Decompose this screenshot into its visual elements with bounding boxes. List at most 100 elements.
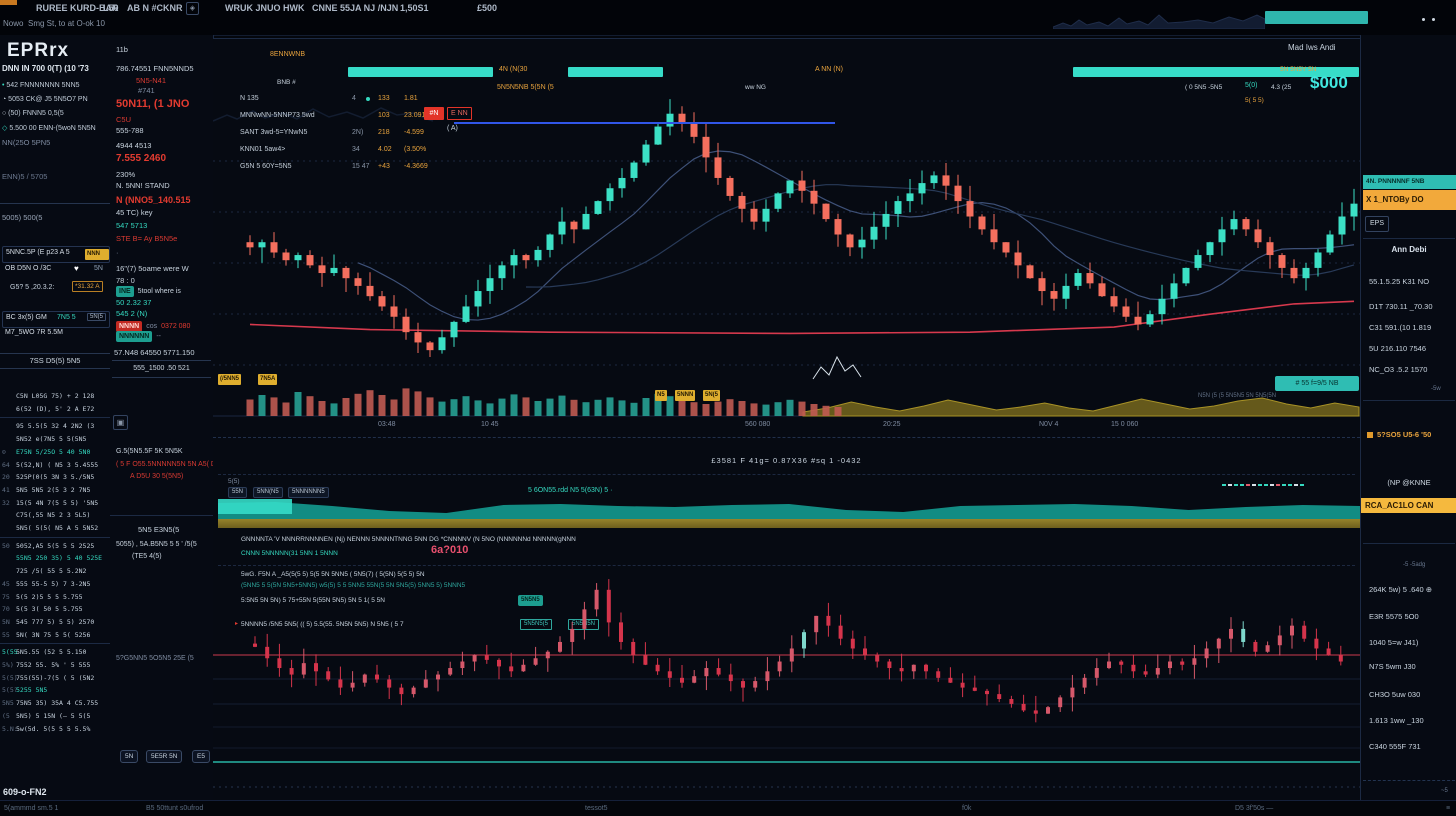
bullet-icon: ◇	[2, 125, 7, 132]
cta-button[interactable]	[1265, 11, 1368, 24]
alert-value-box: E NN	[447, 107, 472, 120]
indicator-tag[interactable]: (/5NN5	[218, 374, 241, 385]
grid-icon-button[interactable]: ▣	[113, 415, 128, 430]
menu-item[interactable]: Nowo	[3, 19, 23, 28]
watch-row-5[interactable]: M7_5WO 7R 5.5M	[5, 329, 63, 336]
lower-chart-area[interactable]: GNNNNTA 'V NNNRRNNNNEN (Nj) NENNN 5NNNNT…	[213, 530, 1360, 800]
eps-tag[interactable]: EPS	[1365, 216, 1389, 232]
quote-row: STE B= Ay B5N5e	[116, 234, 177, 243]
window-dot-2[interactable]	[1432, 18, 1435, 21]
watch-row-teal: 7N5 5	[57, 314, 76, 321]
chart-label: ww NG	[745, 84, 766, 91]
menu-item[interactable]: Smg St, to at O-ok 10	[28, 19, 105, 28]
tick-mark	[1282, 484, 1286, 486]
row-text: 5(52,N) ( N5 3 5.4555	[16, 461, 98, 469]
watch-row-4[interactable]: BC 3x(5) GM 7N5 5 5N(5	[2, 311, 110, 328]
chart-label: 5(0)	[1245, 82, 1257, 89]
indicator-tag[interactable]: N5	[655, 390, 667, 401]
menu-item[interactable]: £500	[477, 3, 497, 13]
legend-v1: 218	[378, 129, 390, 136]
main-chart-area[interactable]: 8ENNWNBBNB #4N (N(305N5N5NB 5(5N (5A NN …	[213, 38, 1360, 439]
grey-badge[interactable]: 5N(5	[87, 313, 106, 321]
quote-row: 5?G5NN5 5O5N5 25E (5	[116, 655, 194, 662]
tick-mark	[1270, 484, 1274, 486]
amber-highlight-bar[interactable]: X 1_NTOBy DO	[1363, 190, 1456, 210]
tick-mark	[1264, 484, 1268, 486]
chart-label: 5( 5 5)	[1245, 97, 1264, 104]
chart-label: 5N 5N5Y 5N	[1280, 66, 1316, 73]
topbar: RUREE KURD-BARL50AB N #CKNRWRUK JNUO HWK…	[0, 0, 1456, 36]
ribbon-highlight	[218, 499, 292, 514]
right-data-row: 55.1.5.25 K31 NO	[1369, 277, 1429, 286]
menu-item[interactable]: L50	[103, 3, 119, 13]
chart-label: BNB #	[277, 79, 296, 86]
divider3	[1363, 543, 1455, 544]
right-data-row: CH3O 5uw 030	[1369, 690, 1420, 699]
legend-pre: 34	[352, 146, 360, 153]
tick-mark	[1252, 484, 1256, 486]
statusbar-item: B5 50ttunt s0ufrod	[146, 805, 203, 812]
row-index: 5N5	[2, 699, 14, 707]
quote-row: 5N5-N41	[136, 76, 166, 85]
chart-teal-badge[interactable]: # 55 f=9/5 NB	[1275, 376, 1359, 391]
panel-footer-bold: 609-o-FN2	[3, 787, 47, 797]
mid-pill-button[interactable]: 5N	[120, 750, 138, 763]
row-text: 75N5 35) 35A 4 C5.755	[16, 699, 98, 707]
ticker-bullet-row[interactable]: • 542 FNNNNNNN 5NN5	[2, 82, 80, 89]
indicator-tag[interactable]: 5N(5	[703, 390, 720, 401]
row-text: C75(,55 N5 2 3 5L5)	[16, 511, 90, 519]
mid-pill-button[interactable]: 5E5R 5N	[146, 750, 182, 763]
quote-row: NNNNNN--	[116, 331, 165, 342]
section1-title: Ann Debi	[1361, 245, 1456, 254]
menu-item[interactable]: CNNE 55JA NJ /NJN	[312, 3, 398, 13]
alert-badge[interactable]: #N	[424, 107, 444, 120]
row-text: 5N52 e(7N5 5 5(5N5	[16, 435, 86, 443]
menu-item[interactable]: WRUK JNUO HWK	[225, 3, 305, 13]
window-dot-1[interactable]	[1422, 18, 1425, 21]
chart-label: 4N (N(30	[499, 66, 527, 73]
heart-icon[interactable]: ♥	[74, 264, 79, 273]
legend-pre: 2N)	[352, 129, 363, 136]
row-index: (5	[2, 712, 10, 720]
mid-pill-button[interactable]: E5	[192, 750, 210, 763]
ticker-bullet-row[interactable]: ◇ 5.500 00 ENN-(5woN 5N5N	[2, 124, 96, 132]
indicator-band[interactable]: £3581 F 41g= 0.87X36 #sq 1 -0432 5(5) 55…	[213, 437, 1360, 532]
ticker-bullet-row[interactable]: ○ (50) FNNN5 0,5(5	[2, 110, 64, 117]
legend-row: KNN01 5aw4>344.02(3.50%	[240, 146, 470, 153]
watch-row-label: OB D5N O /3C	[5, 265, 51, 272]
axis-note: N5N (5 (5 5N5N5 5N 5N5(5N	[1198, 393, 1276, 399]
watch-row-1[interactable]: 5NNC.5P (E p23 A 5 NNN	[2, 246, 110, 263]
ticker-bullet-row[interactable]: ◔ 5053 CK@ J5 5N5O7 PN	[2, 96, 88, 103]
app-logo-icon[interactable]: ◈	[186, 2, 199, 15]
amber-badge[interactable]: NNN	[85, 249, 109, 260]
chart-label: ( 0 5N5 -5N5	[1185, 84, 1222, 91]
quote-row: 7.555 2460	[116, 153, 166, 164]
label-spns: NN(25O 5PN5	[2, 138, 50, 147]
indicator-tag[interactable]: 7N5A	[258, 374, 277, 385]
quote-chip: NNNNNN	[116, 331, 152, 342]
legend-row: N 13541331.81	[240, 95, 470, 102]
ticker-subtitle: DNN IN 700 0(T) (10 '73	[2, 64, 89, 73]
row-text: 6(52 (D), 5' 2 A E72	[16, 405, 94, 413]
menu-item[interactable]: 1,50S1	[400, 3, 429, 13]
watch-row-2[interactable]: OB D5N O /3C ♥ 5N	[2, 263, 108, 278]
watch-row-3[interactable]: G5? 5 ,20.3.2: *31.32 A	[2, 280, 108, 297]
quote-row: N (NNO5_140.515	[116, 195, 191, 205]
x-axis-label: 15 0 060	[1111, 421, 1138, 428]
legend-v1: 4.02	[378, 146, 392, 153]
indicator-tag[interactable]: 5NNN	[675, 390, 695, 401]
row-index: ⊙	[2, 448, 6, 456]
tick-mark	[1228, 484, 1232, 486]
tick-mark	[1246, 484, 1250, 486]
right-data-row: 264K 5w) 5 .640 ⊕	[1369, 585, 1432, 594]
legend-label: G5N 5 60Y=5N5	[240, 163, 292, 170]
amber-highlight-bar-2[interactable]: RCA_AC1LO CAN	[1361, 498, 1456, 513]
quote-row: 45 TC) key	[116, 208, 153, 217]
watch-row-label: G5? 5 ,20.3.2:	[10, 284, 54, 291]
legend-v2: 1.81	[404, 95, 418, 102]
menu-item[interactable]: AB N #CKNR	[127, 3, 183, 13]
divider2	[1363, 400, 1455, 401]
legend-label: SANT 3wd-5=YNwN5	[240, 129, 307, 136]
right-data-row: NC_O3 .5.2 1570	[1369, 365, 1427, 374]
teal-highlight-bar[interactable]: 4N. PNNNNNF 5NB	[1363, 175, 1456, 189]
